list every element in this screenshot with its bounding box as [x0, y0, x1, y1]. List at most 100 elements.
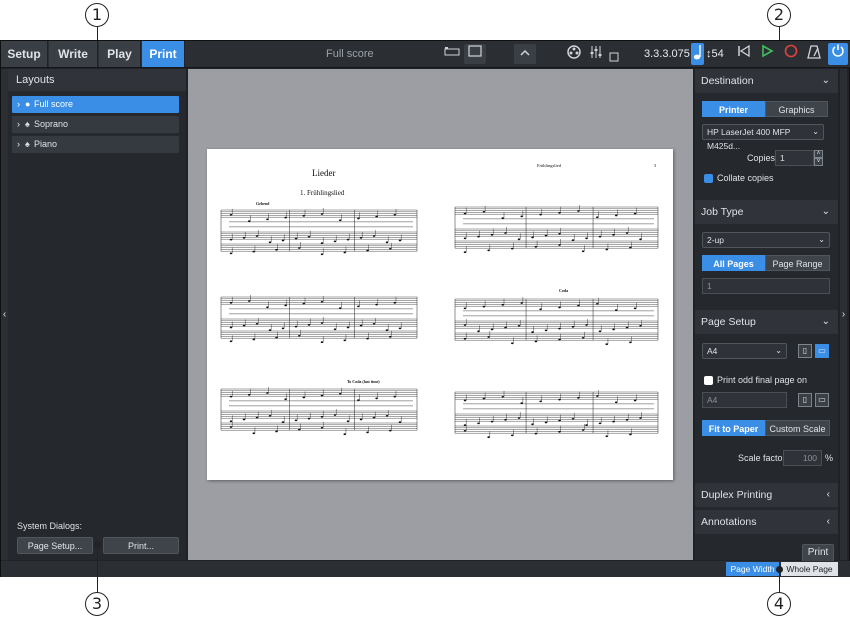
- chevron-down-icon: ⌄: [821, 316, 830, 327]
- system-dialogs-label: System Dialogs:: [17, 521, 83, 531]
- printer-toggle[interactable]: Printer: [702, 101, 765, 117]
- chevron-down-icon: ⌄: [818, 235, 825, 244]
- page-setup-button[interactable]: Page Setup...: [17, 537, 93, 554]
- metronome-icon[interactable]: [805, 44, 823, 64]
- left-panel-toggle[interactable]: ‹: [1, 69, 8, 560]
- tempo-display: ↕54: [706, 41, 724, 67]
- annotations-header[interactable]: Annotations ‹: [695, 510, 838, 534]
- transport-position: 3.3.3.075: [644, 48, 690, 60]
- all-pages-toggle[interactable]: All Pages: [702, 255, 765, 271]
- print-options-panel: Destination ⌄ Printer Graphics HP LaserJ…: [695, 69, 838, 562]
- rewind-icon[interactable]: [735, 44, 753, 64]
- stepper-up-icon[interactable]: ˄: [814, 150, 823, 158]
- callout-1: 1: [85, 3, 109, 27]
- status-bar: Page Width Whole Page: [1, 561, 850, 577]
- print-button[interactable]: Print: [802, 544, 834, 562]
- duplex-title: Duplex Printing: [701, 489, 773, 501]
- mode-tab-play[interactable]: Play: [99, 41, 141, 67]
- callout-3: 3: [85, 592, 109, 616]
- page-view-icon[interactable]: [464, 44, 486, 64]
- destination-title: Destination: [701, 75, 754, 87]
- callout-4-line: [778, 570, 780, 593]
- paper-size-value: A4: [707, 346, 718, 356]
- stepper-down-icon[interactable]: ˅: [814, 158, 823, 166]
- chevron-down-icon: ⌄: [812, 127, 819, 136]
- printer-select[interactable]: HP LaserJet 400 MFP M425d... ⌄: [702, 124, 824, 151]
- fit-to-paper-toggle[interactable]: Fit to Paper: [702, 420, 765, 436]
- full-score-icon: ●: [25, 99, 31, 109]
- galley-view-icon[interactable]: [441, 44, 463, 64]
- page-setup-header[interactable]: Page Setup ⌄: [695, 310, 838, 334]
- page-range-toggle[interactable]: Page Range: [765, 255, 830, 271]
- power-icon[interactable]: [828, 43, 848, 65]
- chevron-right-icon: ›: [841, 309, 846, 320]
- chevron-up-icon[interactable]: [514, 44, 536, 64]
- chevron-right-icon: ›: [17, 139, 20, 149]
- chevron-right-icon: ›: [17, 99, 20, 109]
- key-editor-icon[interactable]: [607, 49, 621, 63]
- chevron-left-icon: ‹: [826, 489, 830, 500]
- chevron-left-icon: ‹: [2, 309, 7, 320]
- mixer-icon[interactable]: [587, 44, 605, 64]
- score-title: Full score: [326, 48, 374, 60]
- odd-landscape-icon[interactable]: ▭: [815, 393, 829, 407]
- graphics-toggle[interactable]: Graphics: [765, 101, 828, 117]
- callout-2: 2: [767, 3, 791, 27]
- to-coda-text: To Coda (last time): [347, 379, 380, 384]
- layout-item-full-score[interactable]: › ● Full score: [12, 96, 179, 113]
- mode-tab-write[interactable]: Write: [49, 41, 98, 67]
- duplex-printing-header[interactable]: Duplex Printing ‹: [695, 483, 838, 507]
- scale-factor-field[interactable]: 100: [783, 450, 822, 466]
- coda-text: Coda: [559, 288, 568, 293]
- figure: 1 2 Setup Write Play Print Full score 3.…: [0, 0, 850, 618]
- job-type-select[interactable]: 2-up ⌄: [702, 232, 830, 248]
- toolbar: Setup Write Play Print Full score 3.3.3.…: [1, 41, 850, 68]
- page-range-field[interactable]: 1: [702, 278, 830, 294]
- copies-field[interactable]: 1: [775, 150, 814, 166]
- odd-final-size-field[interactable]: A4: [702, 392, 787, 408]
- layout-item-piano[interactable]: › ♠ Piano: [12, 136, 179, 153]
- layout-item-label: Full score: [34, 99, 74, 109]
- page-width-button[interactable]: Page Width: [726, 562, 779, 576]
- mode-tab-print[interactable]: Print: [142, 41, 185, 67]
- paper-preview: Lieder 1. Frühlingslied Gehend Frühlings…: [207, 149, 673, 480]
- odd-final-checkbox[interactable]: [704, 376, 713, 385]
- callout-3-line: [96, 545, 98, 595]
- tempo-value: 54: [711, 48, 724, 60]
- odd-portrait-icon[interactable]: ▯: [798, 393, 812, 407]
- annotations-title: Annotations: [701, 516, 757, 528]
- destination-header[interactable]: Destination ⌄: [695, 69, 838, 93]
- page-number-text: 3: [654, 163, 657, 168]
- score-piece-text: 1. Frühlingslied: [300, 189, 345, 197]
- job-type-value: 2-up: [707, 235, 725, 245]
- landscape-icon[interactable]: ▭: [815, 344, 829, 358]
- scale-unit: %: [825, 453, 834, 463]
- play-icon[interactable]: [758, 44, 776, 64]
- job-type-header[interactable]: Job Type ⌄: [695, 200, 838, 224]
- tempo-mark-text: Gehend: [256, 201, 270, 206]
- system-print-button[interactable]: Print...: [103, 537, 179, 554]
- running-header-text: Frühlingslied: [537, 163, 562, 168]
- chevron-down-icon: ⌄: [775, 346, 782, 355]
- collate-label: Collate copies: [717, 173, 774, 183]
- custom-scale-toggle[interactable]: Custom Scale: [765, 420, 830, 436]
- layout-item-soprano[interactable]: › ♠ Soprano: [12, 116, 179, 133]
- mode-tab-setup[interactable]: Setup: [1, 41, 48, 67]
- print-preview-canvas[interactable]: Lieder 1. Frühlingslied Gehend Frühlings…: [188, 69, 693, 560]
- part-icon: ♠: [25, 119, 30, 129]
- collate-checkbox[interactable]: [704, 174, 713, 183]
- copies-label: Copies: [747, 153, 776, 163]
- portrait-icon[interactable]: ▯: [798, 344, 812, 358]
- paper-size-select[interactable]: A4 ⌄: [702, 343, 787, 359]
- video-icon[interactable]: [564, 44, 584, 64]
- layouts-panel: Layouts › ● Full score › ♠ Soprano › ♠ P…: [8, 69, 186, 560]
- note-icon[interactable]: [691, 43, 704, 65]
- chevron-left-icon: ‹: [826, 516, 830, 527]
- right-panel-toggle[interactable]: ›: [840, 69, 847, 560]
- music-systems: [220, 205, 659, 439]
- page-setup-title: Page Setup: [701, 316, 756, 328]
- record-icon[interactable]: [782, 44, 800, 64]
- job-type-title: Job Type: [701, 206, 744, 218]
- whole-page-button[interactable]: Whole Page: [781, 562, 838, 576]
- chevron-down-icon: ⌄: [821, 75, 830, 86]
